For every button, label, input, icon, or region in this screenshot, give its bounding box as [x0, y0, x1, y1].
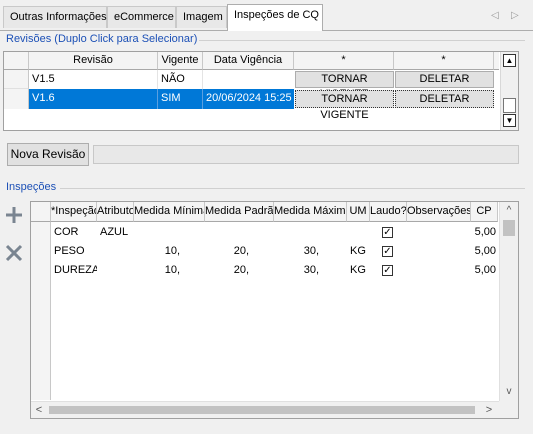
cell-um[interactable]: [347, 223, 370, 242]
cell-data-vigencia[interactable]: [203, 70, 294, 89]
scroll-down-icon[interactable]: ▼: [503, 114, 516, 127]
inspecoes-group-title: Inspeções: [6, 181, 59, 193]
scroll-right-icon[interactable]: >: [483, 403, 495, 417]
revisoes-vertical-scrollbar[interactable]: ▲ ▼: [500, 52, 518, 130]
cell-um[interactable]: KG: [347, 242, 370, 261]
cell-data-vigencia[interactable]: 20/06/2024 15:25: [203, 89, 294, 109]
cell-inspecao[interactable]: DUREZA: [51, 261, 97, 280]
tab-strip: Outras Informações eCommerce Imagem Insp…: [0, 0, 533, 31]
col-header-vigente[interactable]: Vigente: [158, 52, 203, 70]
scroll-corner: [499, 401, 518, 418]
col-header-inspecao[interactable]: *Inspeção: [51, 202, 97, 222]
tab-imagem[interactable]: Imagem: [176, 6, 227, 28]
row-indicator-column: [31, 222, 51, 400]
tab-label: Inspeções de CQ: [234, 9, 319, 21]
remove-inspecao-button[interactable]: [4, 243, 24, 263]
scroll-thumb[interactable]: [503, 98, 516, 113]
x-icon: [5, 244, 23, 262]
col-header-action1[interactable]: *: [294, 52, 394, 70]
cell-observacoes[interactable]: [407, 261, 471, 280]
cell-vigente[interactable]: NÃO: [158, 70, 203, 89]
cell-revisao[interactable]: V1.5: [29, 70, 158, 89]
revisao-info-field: [93, 145, 519, 164]
cell-observacoes[interactable]: [407, 223, 471, 242]
cell-atributo[interactable]: [97, 242, 134, 261]
cell-medida-maxima[interactable]: [274, 223, 347, 242]
group-line: [190, 40, 525, 41]
cell-medida-padrao[interactable]: 20,: [205, 261, 274, 280]
tab-inspecoes-cq[interactable]: Inspeções de CQ: [227, 4, 323, 31]
cell-inspecao[interactable]: COR: [51, 223, 97, 242]
tornar-vigente-button[interactable]: TORNAR VIGENTE: [295, 90, 394, 121]
cell-medida-minima[interactable]: [134, 223, 205, 242]
cell-observacoes[interactable]: [407, 242, 471, 261]
tab-outras-informacoes[interactable]: Outras Informações: [3, 6, 107, 28]
plus-icon: [6, 207, 22, 223]
scroll-down-icon[interactable]: v: [500, 385, 518, 399]
scroll-thumb[interactable]: [503, 220, 515, 236]
col-header-revisao[interactable]: Revisão: [29, 52, 158, 70]
inspecoes-vertical-scrollbar[interactable]: ^ v: [499, 202, 518, 401]
revisoes-grid[interactable]: Revisão Vigente Data Vigência * * V1.5 N…: [3, 51, 519, 131]
deletar-button[interactable]: DELETAR: [395, 71, 494, 88]
cell-vigente[interactable]: SIM: [158, 89, 203, 109]
header-filler: [494, 52, 499, 70]
row-indicator-header: [31, 202, 51, 222]
col-header-data-vigencia[interactable]: Data Vigência: [203, 52, 294, 70]
cell-medida-maxima[interactable]: 30,: [274, 261, 347, 280]
col-header-atributo[interactable]: Atributo: [97, 202, 134, 222]
cell-atributo[interactable]: [97, 261, 134, 280]
cell-cp[interactable]: 5,00: [471, 242, 498, 261]
scroll-left-icon[interactable]: <: [33, 403, 45, 417]
inspecoes-horizontal-scrollbar[interactable]: < >: [31, 401, 499, 418]
cell-medida-minima[interactable]: 10,: [134, 242, 205, 261]
tab-label: Imagem: [183, 11, 223, 23]
laudo-checkbox[interactable]: ✓: [382, 227, 393, 238]
col-header-um[interactable]: UM: [347, 202, 370, 222]
group-line: [60, 188, 525, 189]
laudo-checkbox[interactable]: ✓: [382, 265, 393, 276]
revisoes-group-title: Revisões (Duplo Click para Selecionar): [6, 33, 200, 45]
add-inspecao-button[interactable]: [4, 205, 24, 225]
inspecoes-grid[interactable]: *Inspeção Atributo Medida Mínima Medida …: [30, 201, 519, 419]
scroll-thumb[interactable]: [49, 406, 475, 414]
tab-label: Outras Informações: [10, 11, 107, 23]
cell-medida-maxima[interactable]: 30,: [274, 242, 347, 261]
col-header-medida-minima[interactable]: Medida Mínima: [134, 202, 205, 222]
tab-scroll-right-icon[interactable]: ▷: [511, 10, 519, 21]
scroll-up-icon[interactable]: ^: [500, 204, 518, 218]
row-indicator[interactable]: [4, 89, 29, 109]
row-indicator[interactable]: [4, 70, 29, 89]
cell-cp[interactable]: 5,00: [471, 261, 498, 280]
tab-label: eCommerce: [114, 11, 174, 23]
cell-um[interactable]: KG: [347, 261, 370, 280]
col-header-medida-padrao[interactable]: Medida Padrão: [205, 202, 274, 222]
col-header-cp[interactable]: CP: [471, 202, 498, 222]
deletar-button[interactable]: DELETAR: [395, 90, 494, 108]
col-header-medida-maxima[interactable]: Medida Máxima: [274, 202, 347, 222]
col-header-action2[interactable]: *: [394, 52, 494, 70]
tab-ecommerce[interactable]: eCommerce: [107, 6, 176, 28]
tab-scroll-left-icon[interactable]: ◁: [491, 10, 499, 21]
laudo-checkbox[interactable]: ✓: [382, 246, 393, 257]
cell-medida-minima[interactable]: 10,: [134, 261, 205, 280]
scroll-up-icon[interactable]: ▲: [503, 54, 516, 67]
cell-cp[interactable]: 5,00: [471, 223, 498, 242]
tornar-vigente-button[interactable]: TORNAR VIGENTE: [295, 71, 394, 100]
cell-atributo[interactable]: AZUL: [97, 223, 134, 242]
col-header-laudo[interactable]: Laudo?: [370, 202, 407, 222]
cell-inspecao[interactable]: PESO: [51, 242, 97, 261]
row-indicator-header: [4, 52, 29, 70]
cell-medida-padrao[interactable]: [205, 223, 274, 242]
col-header-observacoes[interactable]: Observações: [407, 202, 471, 222]
cell-revisao[interactable]: V1.6: [29, 89, 158, 109]
nova-revisao-button[interactable]: Nova Revisão: [7, 143, 89, 166]
cell-medida-padrao[interactable]: 20,: [205, 242, 274, 261]
